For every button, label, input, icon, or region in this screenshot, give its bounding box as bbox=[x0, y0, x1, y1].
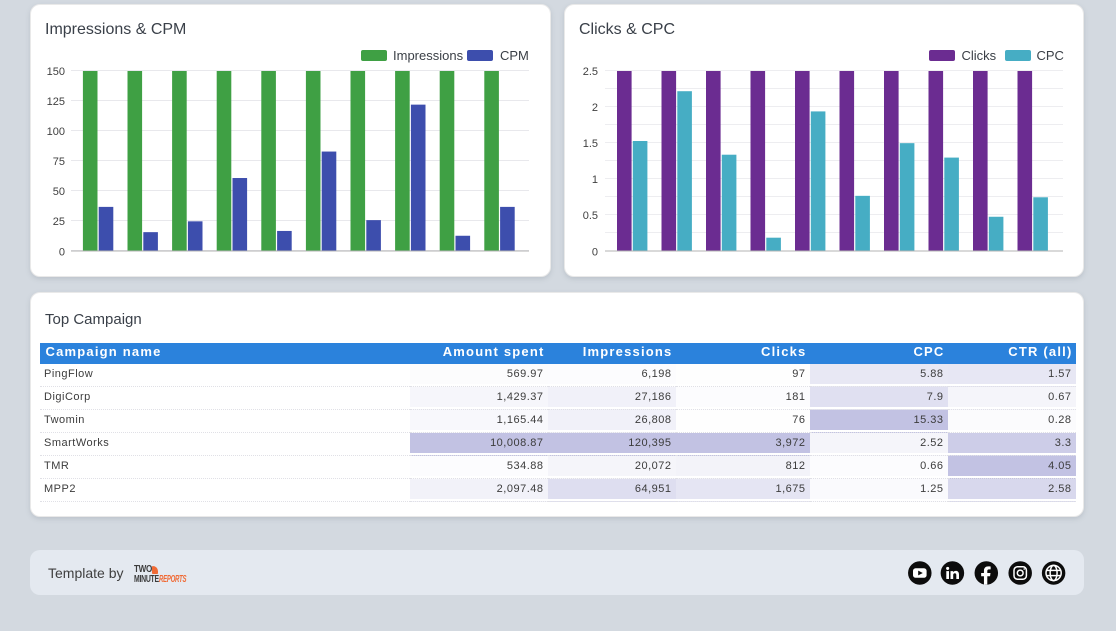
svg-text:25: 25 bbox=[53, 216, 65, 228]
svg-text:CPC: CPC bbox=[1037, 48, 1064, 63]
svg-text:150: 150 bbox=[47, 66, 65, 78]
svg-text:100: 100 bbox=[47, 126, 65, 138]
svg-text:0: 0 bbox=[59, 246, 65, 258]
svg-text:2.5: 2.5 bbox=[583, 66, 598, 78]
svg-text:Clicks: Clicks bbox=[962, 48, 997, 63]
svg-text:0.5: 0.5 bbox=[583, 210, 598, 222]
svg-text:CPM: CPM bbox=[500, 48, 529, 63]
svg-text:75: 75 bbox=[53, 156, 65, 168]
svg-text:1.5: 1.5 bbox=[583, 138, 598, 150]
svg-text:125: 125 bbox=[47, 96, 65, 108]
svg-text:0: 0 bbox=[592, 246, 598, 258]
svg-text:1: 1 bbox=[592, 174, 598, 186]
svg-text:50: 50 bbox=[53, 186, 65, 198]
svg-text:Impressions: Impressions bbox=[393, 48, 464, 63]
svg-text:2: 2 bbox=[592, 102, 598, 114]
